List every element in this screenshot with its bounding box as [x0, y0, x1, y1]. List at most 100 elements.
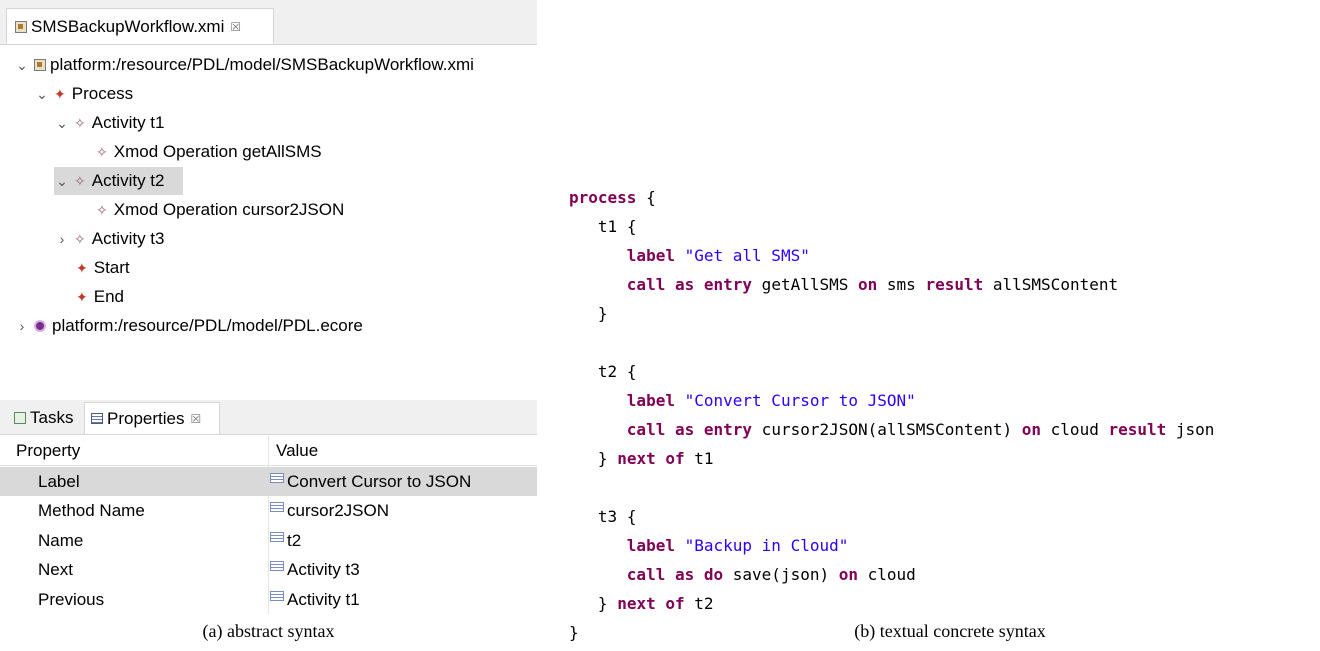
tree-item-start[interactable]: ✦ Start — [76, 254, 130, 282]
code-text: { — [646, 188, 656, 207]
tree-item-resource-ecore[interactable]: › platform:/resource/PDL/model/PDL.ecore — [14, 312, 363, 340]
tree-item-activity-t1[interactable]: ⌄ ✧ Activity t1 — [54, 109, 164, 137]
views-tab-bar: Tasks Properties ☒ — [0, 400, 537, 435]
column-header-value[interactable]: Value — [276, 436, 318, 465]
property-name: Next — [38, 560, 73, 579]
code-text: { — [626, 217, 637, 236]
tree-item-resource-xmi[interactable]: ⌄ platform:/resource/PDL/model/SMSBackup… — [14, 51, 474, 79]
code-text: allSMSContent — [983, 275, 1119, 294]
chevron-down-icon[interactable]: ⌄ — [14, 57, 30, 74]
property-value[interactable]: Activity t1 — [270, 585, 360, 614]
table-row[interactable]: Previous Activity t1 — [0, 585, 537, 614]
property-value-text: t2 — [287, 531, 302, 550]
code-text: cursor2JSON(allSMSContent) — [752, 420, 1022, 439]
code-text: } — [569, 623, 579, 642]
property-value[interactable]: Activity t3 — [270, 555, 360, 584]
tab-label: Tasks — [30, 408, 74, 427]
code-keyword: of — [665, 449, 685, 468]
tree-item-end[interactable]: ✦ End — [76, 283, 124, 311]
code-text: cloud — [858, 565, 916, 584]
code-text: t2 — [684, 594, 714, 613]
chevron-down-icon[interactable]: ⌄ — [54, 173, 70, 190]
diamond-icon: ✦ — [76, 288, 88, 305]
model-tree: ⌄ platform:/resource/PDL/model/SMSBackup… — [0, 50, 537, 390]
tree-item-process[interactable]: ⌄ ✦ Process — [34, 80, 133, 108]
chevron-down-icon[interactable]: ⌄ — [54, 115, 70, 132]
code-keyword: entry — [703, 275, 753, 294]
close-icon[interactable]: ☒ — [230, 20, 241, 34]
caption-textual-concrete-syntax: (b) textual concrete syntax — [854, 621, 1046, 641]
tasks-icon — [14, 412, 26, 424]
tree-item-label: Process — [71, 84, 134, 103]
column-header-property[interactable]: Property — [16, 436, 80, 465]
code-text: sms — [877, 275, 926, 294]
text-value-icon — [270, 501, 284, 512]
property-value[interactable]: t2 — [270, 526, 301, 555]
code-text: json — [1166, 420, 1215, 439]
code-string: "Backup in Cloud" — [684, 536, 849, 555]
text-value-icon — [270, 472, 284, 483]
property-name: Label — [38, 472, 80, 491]
chevron-right-icon[interactable]: › — [14, 318, 30, 334]
code-text: getAllSMS — [752, 275, 859, 294]
chevron-down-icon[interactable]: ⌄ — [34, 86, 50, 103]
code-keyword: call — [626, 275, 666, 294]
ecore-file-icon — [34, 320, 46, 332]
diamond-icon: ✧ — [96, 143, 108, 160]
code-text: { — [626, 362, 637, 381]
tree-item-op-cursor2json[interactable]: ✧ Xmod Operation cursor2JSON — [96, 196, 344, 224]
property-value-text: cursor2JSON — [287, 501, 390, 520]
code-text: t2 — [597, 362, 618, 381]
tree-item-label: platform:/resource/PDL/model/SMSBackupWo… — [50, 55, 474, 74]
code-keyword: on — [838, 565, 858, 584]
editor-tab-bar: SMSBackupWorkflow.xmi ☒ — [0, 0, 537, 45]
property-name: Name — [38, 531, 84, 550]
text-value-icon — [270, 531, 284, 542]
table-row[interactable]: Method Name cursor2JSON — [0, 496, 537, 525]
text-value-icon — [270, 590, 284, 601]
code-text: t1 — [684, 449, 714, 468]
tree-item-activity-t3[interactable]: › ✧ Activity t3 — [54, 225, 165, 253]
code-keyword: of — [665, 594, 685, 613]
code-keyword: do — [703, 565, 724, 584]
code-keyword: as — [674, 420, 695, 439]
code-keyword: as — [674, 275, 695, 294]
code-string: "Convert Cursor to JSON" — [684, 391, 916, 410]
table-row[interactable]: Name t2 — [0, 526, 537, 555]
code-keyword: label — [626, 391, 675, 410]
code-keyword: result — [925, 275, 984, 294]
property-value-text: Convert Cursor to JSON — [287, 472, 472, 491]
table-row[interactable]: Next Activity t3 — [0, 555, 537, 584]
caption-abstract-syntax: (a) abstract syntax — [202, 621, 335, 641]
code-text: cloud — [1041, 420, 1109, 439]
diamond-icon: ✧ — [74, 114, 86, 131]
tree-item-op-getallsms[interactable]: ✧ Xmod Operation getAllSMS — [96, 138, 322, 166]
editor-tab-smsbackupworkflow[interactable]: SMSBackupWorkflow.xmi ☒ — [6, 8, 274, 44]
code-text: } — [597, 304, 608, 323]
diamond-icon: ✧ — [96, 201, 108, 218]
close-icon[interactable]: ☒ — [190, 412, 201, 426]
abstract-syntax-panel: SMSBackupWorkflow.xmi ☒ ⌄ platform:/reso… — [0, 0, 537, 618]
diamond-icon: ✧ — [74, 230, 86, 247]
code-keyword: result — [1108, 420, 1167, 439]
tab-properties[interactable]: Properties ☒ — [84, 402, 220, 434]
xmi-file-icon — [15, 20, 27, 33]
tab-tasks[interactable]: Tasks — [8, 402, 79, 434]
tree-item-label: Xmod Operation getAllSMS — [113, 142, 322, 161]
diamond-icon: ✦ — [76, 259, 88, 276]
code-keyword: on — [1021, 420, 1042, 439]
property-value-text: Activity t3 — [287, 560, 360, 579]
chevron-right-icon[interactable]: › — [54, 231, 70, 247]
property-value[interactable]: Convert Cursor to JSON — [270, 467, 471, 496]
code-keyword: process — [569, 188, 637, 207]
tree-item-activity-t2[interactable]: ⌄ ✧ Activity t2 — [54, 167, 183, 195]
xmi-file-icon — [34, 59, 46, 71]
code-keyword: next — [617, 449, 656, 468]
text-value-icon — [270, 560, 284, 571]
code-string: "Get all SMS" — [684, 246, 810, 265]
table-row[interactable]: Label Convert Cursor to JSON — [0, 467, 537, 496]
code-text: } — [597, 449, 608, 468]
code-keyword: call — [626, 420, 666, 439]
property-value[interactable]: cursor2JSON — [270, 496, 389, 525]
code-text: save(json) — [723, 565, 839, 584]
